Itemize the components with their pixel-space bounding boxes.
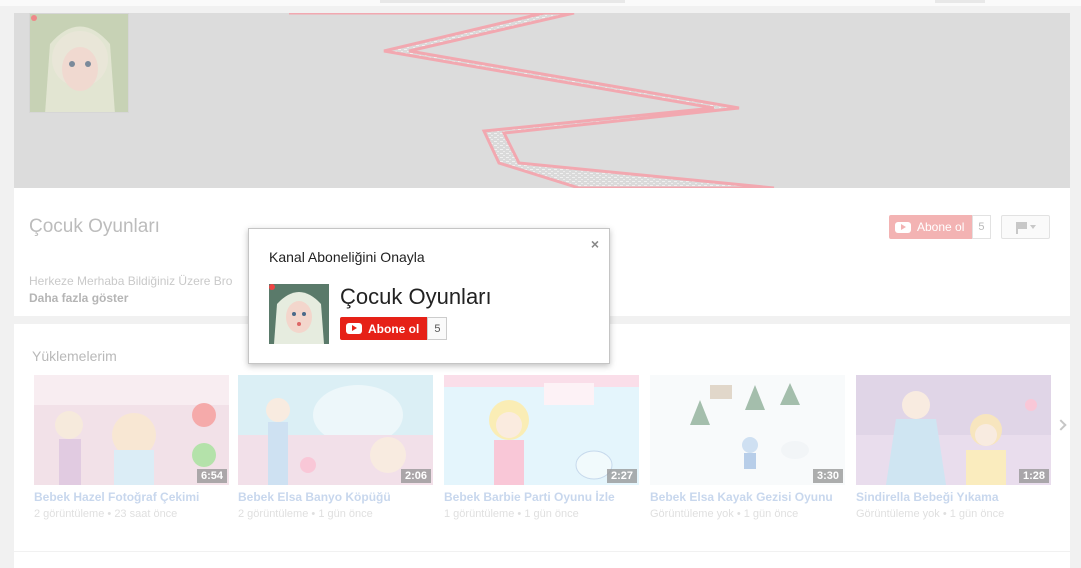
video-views: 2 görüntüleme bbox=[34, 508, 105, 520]
video-views: Görüntüleme yok bbox=[856, 508, 940, 520]
video-thumbnail[interactable]: 2:27 bbox=[444, 375, 639, 485]
dialog-subscribe-label: Abone ol bbox=[368, 321, 420, 336]
subscribe-button[interactable]: Abone ol bbox=[889, 215, 973, 239]
flag-icon bbox=[1015, 221, 1027, 234]
video-meta: 1 görüntüleme • 1 gün önce bbox=[444, 508, 639, 520]
carousel-next-icon[interactable] bbox=[1056, 415, 1066, 435]
channel-avatar[interactable] bbox=[29, 13, 129, 113]
video-views: 1 görüntüleme bbox=[444, 508, 515, 520]
meta-separator: • bbox=[736, 508, 741, 520]
video-thumbnail[interactable]: 3:30 bbox=[650, 375, 845, 485]
channel-banner bbox=[14, 13, 1070, 188]
dialog-title: Kanal Aboneliğini Onayla bbox=[269, 249, 425, 265]
subscribe-label: Abone ol bbox=[917, 220, 965, 234]
video-meta: Görüntüleme yok • 1 gün önce bbox=[856, 508, 1051, 520]
header-button-edge bbox=[935, 0, 985, 3]
video-age: 1 gün önce bbox=[524, 508, 579, 520]
dialog-subscriber-count: 5 bbox=[427, 317, 448, 340]
video-meta: Görüntüleme yok • 1 gün önce bbox=[650, 508, 845, 520]
video-duration: 2:06 bbox=[400, 469, 431, 483]
video-age: 23 saat önce bbox=[114, 508, 178, 520]
avatar-image bbox=[269, 284, 329, 344]
video-duration: 6:54 bbox=[196, 469, 227, 483]
dialog-subscribe-button[interactable]: Abone ol bbox=[340, 317, 428, 340]
caret-down-icon bbox=[1029, 225, 1036, 229]
video-duration: 2:27 bbox=[606, 469, 637, 483]
video-title[interactable]: Bebek Hazel Fotoğraf Çekimi bbox=[34, 490, 229, 504]
youtube-play-icon bbox=[346, 323, 362, 334]
video-views: Görüntüleme yok bbox=[650, 508, 734, 520]
channel-title: Çocuk Oyunları bbox=[29, 216, 160, 237]
banner-art bbox=[289, 13, 775, 188]
video-title[interactable]: Bebek Elsa Banyo Köpüğü bbox=[238, 490, 433, 504]
video-meta: 2 görüntüleme • 23 saat önce bbox=[34, 508, 229, 520]
subscriber-count: 5 bbox=[972, 215, 991, 239]
video-duration: 3:30 bbox=[812, 469, 843, 483]
uploads-title[interactable]: Yüklemelerim bbox=[32, 348, 117, 364]
video-meta: 2 görüntüleme • 1 gün önce bbox=[238, 508, 433, 520]
video-card[interactable]: 2:27 Bebek Barbie Parti Oyunu İzle 1 gör… bbox=[444, 375, 639, 520]
next-section bbox=[14, 552, 1070, 568]
meta-separator: • bbox=[311, 508, 316, 520]
channel-description: Herkeze Merhaba Bildiğiniz Üzere Bro bbox=[29, 274, 233, 288]
video-title[interactable]: Sindirella Bebeği Yıkama bbox=[856, 490, 1051, 504]
meta-separator: • bbox=[517, 508, 522, 520]
meta-separator: • bbox=[942, 508, 947, 520]
dialog-channel-avatar bbox=[269, 284, 329, 344]
top-strip bbox=[0, 0, 1081, 6]
video-card[interactable]: 2:06 Bebek Elsa Banyo Köpüğü 2 görüntüle… bbox=[238, 375, 433, 520]
video-card[interactable]: 1:28 Sindirella Bebeği Yıkama Görüntülem… bbox=[856, 375, 1051, 520]
avatar-image bbox=[30, 14, 128, 112]
video-thumbnail[interactable]: 6:54 bbox=[34, 375, 229, 485]
video-title[interactable]: Bebek Barbie Parti Oyunu İzle bbox=[444, 490, 639, 504]
dialog-subscribe-group: Abone ol 5 bbox=[340, 317, 448, 340]
video-age: 1 gün önce bbox=[949, 508, 1005, 520]
video-thumbnail[interactable]: 2:06 bbox=[238, 375, 433, 485]
meta-separator: • bbox=[107, 508, 112, 520]
video-card[interactable]: 6:54 Bebek Hazel Fotoğraf Çekimi 2 görün… bbox=[34, 375, 229, 520]
video-card[interactable]: 3:30 Bebek Elsa Kayak Gezisi Oyunu Görün… bbox=[650, 375, 845, 520]
flag-menu-button[interactable] bbox=[1001, 215, 1050, 239]
close-icon[interactable]: × bbox=[591, 236, 599, 252]
video-thumbnail[interactable]: 1:28 bbox=[856, 375, 1051, 485]
show-more-link[interactable]: Daha fazla göster bbox=[29, 291, 128, 305]
subscribe-group: Abone ol 5 bbox=[889, 215, 991, 239]
youtube-play-icon bbox=[895, 221, 911, 233]
search-bar-edge bbox=[380, 0, 625, 3]
video-views: 2 görüntüleme bbox=[238, 508, 309, 520]
video-age: 1 gün önce bbox=[318, 508, 373, 520]
video-age: 1 gün önce bbox=[743, 508, 799, 520]
video-duration: 1:28 bbox=[1018, 469, 1049, 483]
video-title[interactable]: Bebek Elsa Kayak Gezisi Oyunu bbox=[650, 490, 845, 504]
subscribe-confirm-dialog: Kanal Aboneliğini Onayla × Çocuk Oyunlar… bbox=[248, 228, 610, 364]
dialog-channel-name: Çocuk Oyunları bbox=[340, 284, 492, 309]
